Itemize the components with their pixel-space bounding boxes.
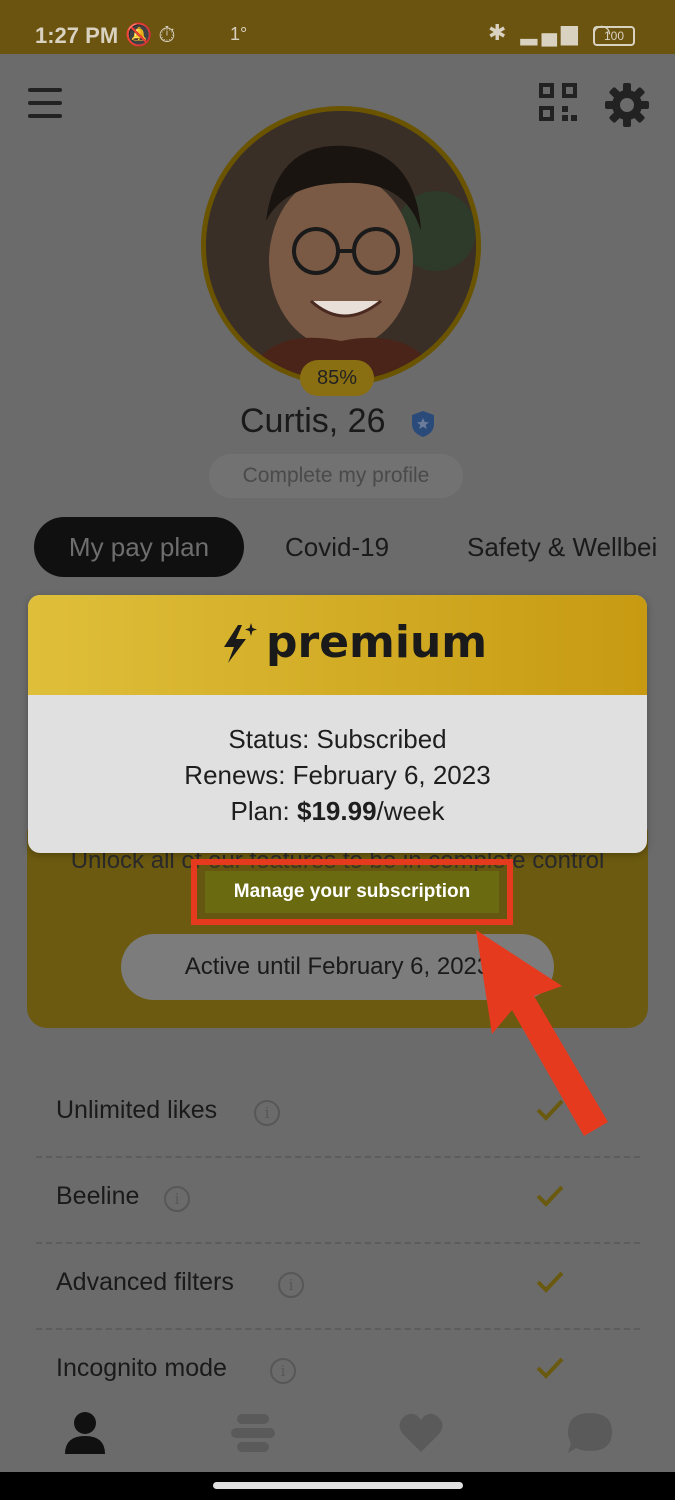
info-icon[interactable]: i xyxy=(164,1186,190,1212)
feature-row-unlimited-likes: Unlimited likes i xyxy=(36,1070,640,1158)
plan-period: /week xyxy=(376,796,445,826)
feature-label: Beeline xyxy=(56,1182,140,1210)
verified-badge-icon[interactable] xyxy=(410,410,436,438)
check-icon xyxy=(536,1357,564,1379)
avatar-photo xyxy=(206,111,476,381)
info-icon[interactable]: i xyxy=(254,1100,280,1126)
gear-icon[interactable] xyxy=(604,82,650,128)
manage-subscription-highlight[interactable]: Manage your subscription xyxy=(191,859,513,925)
plan-price: $19.99 xyxy=(297,796,377,826)
premium-card-header: premium xyxy=(28,595,647,695)
chat-nav-icon[interactable] xyxy=(566,1410,614,1456)
profile-nav-icon[interactable] xyxy=(61,1410,109,1456)
lightning-sparkle-icon xyxy=(224,622,257,663)
profile-avatar[interactable] xyxy=(201,106,481,386)
status-time: 1:27 PM xyxy=(35,23,119,48)
status-bar: 1:27 PM 🔕⏱ 1° ✱ ▂▄▆ ◠ 100 xyxy=(0,0,675,54)
home-indicator[interactable] xyxy=(213,1482,463,1489)
subscription-renewal: Renews: February 6, 2023 xyxy=(184,760,491,790)
menu-icon[interactable] xyxy=(28,88,62,118)
profile-name: Curtis, 26 xyxy=(240,402,386,440)
feature-row-advanced-filters: Advanced filters i xyxy=(36,1242,640,1330)
qr-code-icon[interactable] xyxy=(538,82,578,122)
subscription-status: Status: Subscribed xyxy=(228,724,447,754)
check-icon xyxy=(536,1271,564,1293)
subscription-plan: Plan: $19.99/week xyxy=(28,793,647,829)
status-temperature: 1° xyxy=(230,24,248,44)
premium-logo: premium xyxy=(218,617,487,668)
premium-card-body: Status: Subscribed Renews: February 6, 2… xyxy=(28,695,647,829)
discover-nav-icon[interactable] xyxy=(229,1410,277,1456)
profile-completion-badge: 85% xyxy=(300,360,374,396)
premium-brand-text: premium xyxy=(266,617,488,668)
info-icon[interactable]: i xyxy=(270,1358,296,1384)
manage-subscription-button[interactable]: Manage your subscription xyxy=(197,865,507,919)
feature-label: Unlimited likes xyxy=(56,1096,218,1124)
premium-subscription-card: premium Status: Subscribed Renews: Febru… xyxy=(28,595,647,853)
check-icon xyxy=(536,1185,564,1207)
likes-heart-nav-icon[interactable] xyxy=(397,1410,445,1456)
bottom-navigation xyxy=(0,1402,675,1472)
feature-label: Advanced filters xyxy=(56,1268,234,1296)
tab-covid-19[interactable]: Covid-19 xyxy=(285,517,389,577)
profile-screen: 85% Curtis, 26 Complete my profile My pa… xyxy=(0,54,675,1472)
info-icon[interactable]: i xyxy=(278,1272,304,1298)
system-navigation-bar xyxy=(0,1472,675,1500)
battery-icon: 100 xyxy=(593,26,635,46)
complete-profile-button[interactable]: Complete my profile xyxy=(209,454,463,498)
feature-label: Incognito mode xyxy=(56,1354,227,1382)
plan-prefix: Plan: xyxy=(230,796,298,826)
check-icon xyxy=(536,1099,564,1121)
tab-safety-wellbeing[interactable]: Safety & Wellbei xyxy=(467,517,657,577)
feature-row-beeline: Beeline i xyxy=(36,1156,640,1244)
notification-icons: 🔕⏱ xyxy=(125,22,182,47)
tab-my-pay-plan[interactable]: My pay plan xyxy=(34,517,244,577)
